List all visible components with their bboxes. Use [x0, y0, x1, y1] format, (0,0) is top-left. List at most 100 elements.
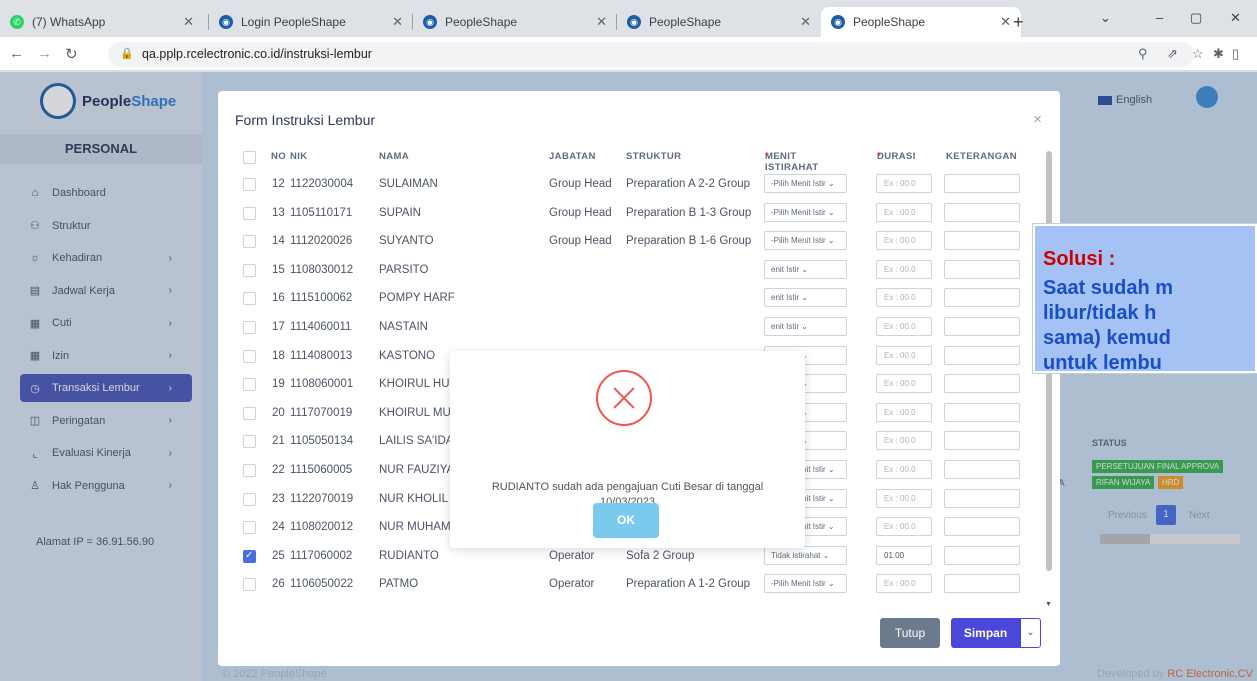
note-body: Saat sudah m libur/tidak h sama) kemud u… — [1043, 277, 1174, 374]
col-nik: NIK — [290, 151, 308, 162]
row-no: 15 — [272, 263, 285, 276]
notes-input[interactable] — [944, 488, 1020, 508]
browser-tab[interactable]: ◉ PeopleShape ✕ — [617, 7, 821, 37]
url-text: qa.pplp.rcelectronic.co.id/instruksi-lem… — [142, 47, 372, 61]
row-nik: 1122070019 — [290, 492, 354, 505]
duration-input[interactable]: Ex : 00.0 — [876, 574, 932, 594]
row-checkbox[interactable] — [243, 292, 256, 306]
duration-input[interactable]: Ex : 00.0 — [876, 402, 932, 422]
tab-close-icon[interactable]: ✕ — [392, 14, 403, 30]
break-minutes-select[interactable]: -Pilih Menit Istir ⌄ — [764, 574, 847, 594]
duration-input[interactable]: Ex : 00.0 — [876, 460, 932, 479]
browser-tab[interactable]: ◉ Login PeopleShape ✕ — [209, 7, 413, 37]
notes-input[interactable] — [944, 259, 1020, 279]
row-checkbox[interactable] — [243, 206, 256, 220]
notes-input[interactable] — [944, 574, 1020, 594]
row-checkbox[interactable] — [243, 578, 256, 592]
row-checkbox[interactable] — [243, 321, 256, 334]
notes-input[interactable] — [944, 231, 1020, 251]
table-scrollbar[interactable]: ▼ — [1044, 151, 1054, 608]
duration-input[interactable]: Ex : 00.0 — [876, 317, 932, 336]
row-checkbox[interactable] — [243, 178, 256, 191]
row-checkbox[interactable] — [243, 464, 256, 477]
ok-button[interactable]: OK — [593, 503, 659, 538]
row-nik: 1108030012 — [290, 263, 354, 276]
duration-input[interactable]: Ex : 00.0 — [876, 174, 932, 193]
tab-close-icon[interactable]: ✕ — [800, 14, 811, 30]
browser-tab[interactable]: ✆ (7) WhatsApp ✕ — [0, 7, 204, 37]
break-minutes-select[interactable]: Tidak istirahat ⌄ — [764, 545, 847, 565]
break-minutes-select[interactable]: -Pilih Menit Istir ⌄ — [764, 231, 847, 251]
row-jabatan: Group Head — [549, 178, 612, 190]
duration-input[interactable]: Ex : 00.0 — [876, 231, 932, 251]
extensions-puzzle-icon[interactable]: ✱ — [1213, 46, 1224, 62]
row-nik: 1114060011 — [290, 321, 352, 333]
row-checkbox[interactable] — [243, 406, 256, 420]
tab-close-icon[interactable]: ✕ — [183, 14, 194, 30]
row-checkbox[interactable] — [243, 549, 256, 563]
row-checkbox[interactable] — [243, 235, 256, 249]
save-options-chevron-icon[interactable]: ⌄ — [1020, 618, 1041, 648]
duration-input[interactable]: Ex : 00.0 — [876, 488, 932, 508]
row-checkbox[interactable] — [243, 435, 256, 449]
col-struktur: STRUKTUR — [626, 151, 682, 162]
zoom-icon[interactable]: ⚲ — [1138, 46, 1148, 62]
close-button[interactable]: Tutup — [880, 618, 940, 648]
notes-input[interactable] — [944, 345, 1020, 365]
modal-close-button[interactable]: × — [1033, 111, 1042, 128]
duration-input[interactable]: Ex : 00.0 — [876, 202, 932, 222]
maximize-icon[interactable]: ▢ — [1190, 10, 1202, 26]
reload-icon[interactable]: ↻ — [65, 45, 78, 63]
notes-input[interactable] — [944, 202, 1020, 222]
row-nama: POMPY HARF — [379, 292, 455, 305]
notes-input[interactable] — [944, 517, 1020, 537]
side-panel-icon[interactable]: ▯ — [1232, 46, 1239, 62]
tab-title: (7) WhatsApp — [32, 15, 106, 29]
minimize-icon[interactable]: – — [1156, 10, 1163, 25]
notes-input[interactable] — [944, 402, 1020, 422]
row-checkbox[interactable] — [243, 378, 256, 392]
duration-input[interactable]: Ex : 00.0 — [876, 259, 932, 279]
notes-input[interactable] — [944, 431, 1020, 451]
notes-input[interactable] — [944, 460, 1020, 479]
duration-input[interactable]: Ex : 00.0 — [876, 431, 932, 451]
row-checkbox[interactable] — [243, 521, 256, 535]
save-button[interactable]: Simpan — [951, 618, 1020, 648]
lock-icon[interactable]: 🔒 — [120, 42, 134, 67]
duration-input[interactable]: Ex : 00.0 — [876, 345, 932, 365]
tab-close-icon[interactable]: ✕ — [596, 14, 607, 30]
break-minutes-select[interactable]: -Pilih Menit Istir ⌄ — [764, 174, 847, 193]
break-minutes-select[interactable]: enit Istir ⌄ — [764, 317, 847, 336]
browser-tab-bar: ✆ (7) WhatsApp ✕ ◉ Login PeopleShape ✕ ◉ P… — [0, 0, 1257, 37]
notes-input[interactable] — [944, 374, 1020, 394]
notes-input[interactable] — [944, 317, 1020, 336]
window-close-icon[interactable]: ✕ — [1230, 10, 1241, 26]
break-minutes-select[interactable]: enit Istir ⌄ — [764, 259, 847, 279]
notes-input[interactable] — [944, 545, 1020, 565]
duration-input[interactable]: Ex : 00.0 — [876, 288, 932, 308]
break-minutes-select[interactable]: enit Istir ⌄ — [764, 288, 847, 308]
row-nik: 1108020012 — [290, 521, 354, 534]
tab-search-icon[interactable]: ⌄ — [1100, 10, 1111, 26]
browser-tab[interactable]: ◉ PeopleShape ✕ — [413, 7, 617, 37]
bookmark-star-icon[interactable]: ☆ — [1192, 46, 1204, 62]
notes-input[interactable] — [944, 174, 1020, 193]
table-row: 26 1106050022 PATMO Operator Preparation… — [218, 572, 1038, 600]
duration-input[interactable]: 01.00 — [876, 545, 932, 565]
row-checkbox[interactable] — [243, 263, 256, 277]
share-icon[interactable]: ⇗ — [1167, 46, 1178, 62]
row-nik: 1114080013 — [290, 349, 353, 362]
url-input[interactable]: 🔒 qa.pplp.rcelectronic.co.id/instruksi-l… — [108, 42, 1194, 67]
select-all-checkbox[interactable] — [243, 151, 256, 164]
notes-input[interactable] — [944, 288, 1020, 308]
duration-input[interactable]: Ex : 00.0 — [876, 517, 932, 537]
duration-input[interactable]: Ex : 00.0 — [876, 374, 932, 394]
browser-tab[interactable]: ◉ PeopleShape ✕ — [821, 7, 1021, 37]
row-checkbox[interactable] — [243, 349, 256, 363]
new-tab-button[interactable]: + — [1003, 12, 1034, 33]
row-checkbox[interactable] — [243, 492, 256, 506]
break-minutes-select[interactable]: -Pilih Menit Istir ⌄ — [764, 202, 847, 222]
back-icon[interactable]: ← — [9, 45, 24, 62]
peopleshape-icon: ◉ — [423, 15, 437, 29]
tab-title: Login PeopleShape — [241, 15, 346, 29]
